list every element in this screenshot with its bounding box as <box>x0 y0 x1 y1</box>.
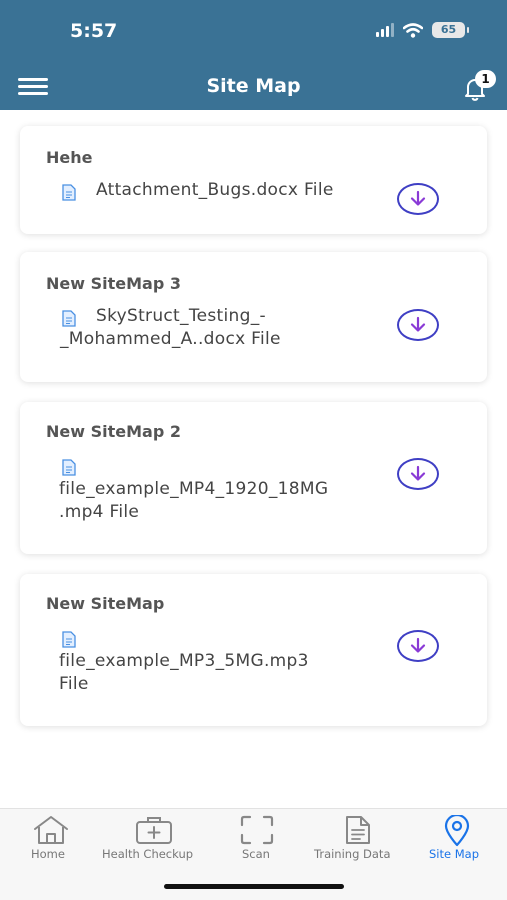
file-name[interactable]: SkyStruct_Testing_- _Mohammed_A..docx Fi… <box>60 305 281 351</box>
file-name[interactable]: file_example_MP3_5MG.mp3 File <box>59 650 309 696</box>
tab-label: Health Checkup <box>102 847 194 861</box>
tab-site-map[interactable]: Site Map <box>424 809 492 871</box>
file-name[interactable]: Attachment_Bugs.docx File <box>96 179 334 202</box>
file-name[interactable]: file_example_MP4_1920_18MG .mp4 File <box>59 478 328 524</box>
file-icon <box>62 459 76 476</box>
location-pin-icon <box>444 815 470 847</box>
download-button[interactable] <box>397 183 439 215</box>
download-button[interactable] <box>397 458 439 490</box>
tab-training-data[interactable]: Training Data <box>310 809 406 871</box>
file-icon <box>62 184 76 201</box>
sitemap-card: New SiteMap file_example_MP3_5MG.mp3 Fil… <box>20 574 487 726</box>
home-indicator <box>164 884 344 889</box>
tab-label: Training Data <box>314 847 391 861</box>
battery-icon: 65 <box>432 22 469 38</box>
sitemap-card: Hehe Attachment_Bugs.docx File <box>20 126 487 234</box>
sitemap-title: Hehe <box>46 148 93 167</box>
sitemap-card: New SiteMap 3 SkyStruct_Testing_- _Moham… <box>20 252 487 382</box>
notification-bell-icon[interactable]: 1 <box>463 70 497 102</box>
status-time: 5:57 <box>70 20 118 42</box>
tab-label: Site Map <box>429 847 480 861</box>
download-icon <box>410 190 426 206</box>
notification-badge: 1 <box>475 70 496 88</box>
tab-label: Home <box>31 847 65 861</box>
tab-label: Scan <box>242 847 270 861</box>
page-title: Site Map <box>206 75 301 97</box>
wifi-icon <box>403 22 423 38</box>
download-button[interactable] <box>397 630 439 662</box>
tab-scan[interactable]: Scan <box>230 809 286 871</box>
download-icon <box>410 316 426 332</box>
download-icon <box>410 637 426 653</box>
scan-icon <box>240 815 274 845</box>
file-icon <box>62 631 76 648</box>
download-button[interactable] <box>397 309 439 341</box>
sitemap-title: New SiteMap <box>46 594 165 613</box>
download-icon <box>410 465 426 481</box>
home-icon <box>34 816 68 844</box>
sitemap-title: New SiteMap 3 <box>46 274 181 293</box>
tab-health-checkup[interactable]: Health Checkup <box>100 809 208 871</box>
sitemap-title: New SiteMap 2 <box>46 422 181 441</box>
app-header: 5:57 65 Site Map 1 <box>0 0 507 110</box>
status-icons: 65 <box>376 22 469 38</box>
medical-kit-icon <box>136 817 172 844</box>
cellular-signal-icon <box>376 23 394 37</box>
sitemap-card: New SiteMap 2 file_example_MP4_1920_18MG… <box>20 402 487 554</box>
tab-home[interactable]: Home <box>20 809 82 871</box>
document-icon <box>346 816 370 844</box>
